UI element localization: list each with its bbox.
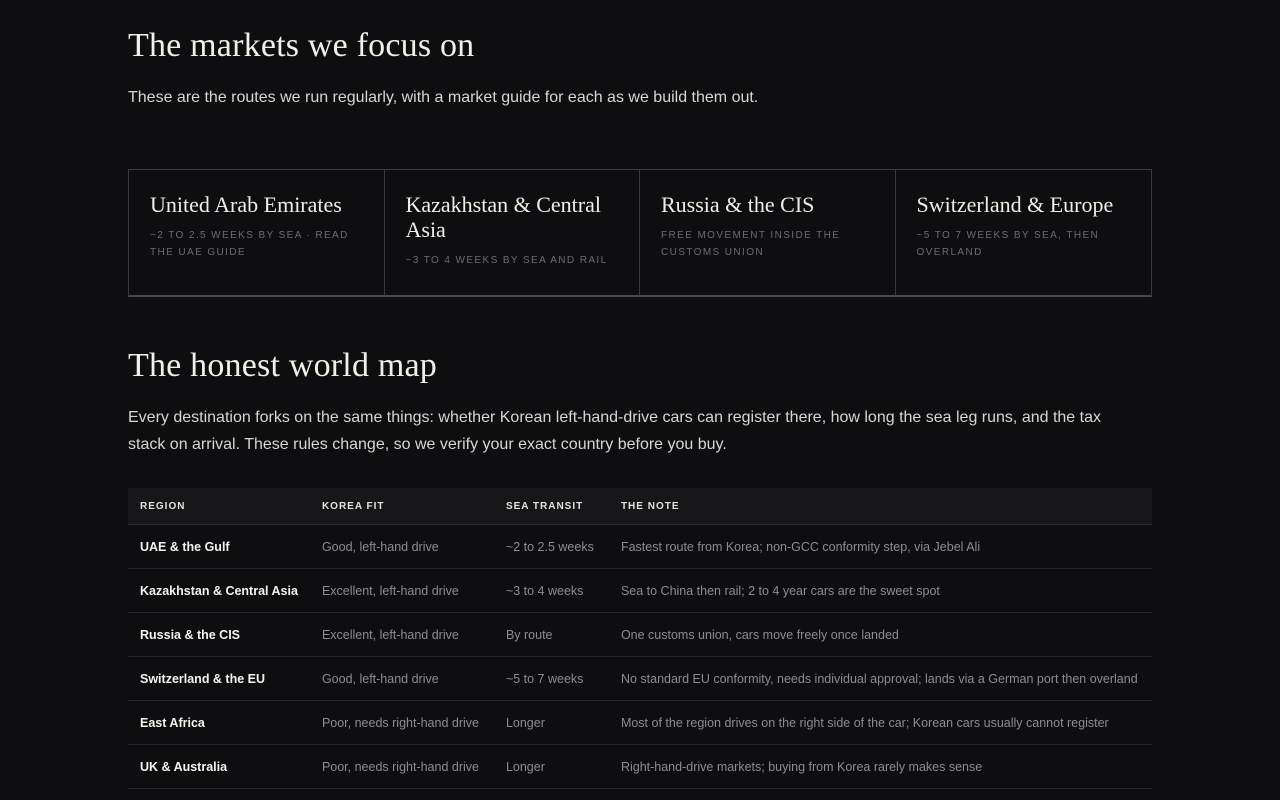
- market-card-uae[interactable]: United Arab Emirates ~2 to 2.5 weeks by …: [129, 170, 385, 295]
- markets-lede: These are the routes we run regularly, w…: [128, 89, 759, 106]
- market-cards: United Arab Emirates ~2 to 2.5 weeks by …: [128, 169, 1152, 297]
- korea-fit-cell: Poor, needs right-hand drive: [309, 700, 494, 745]
- korea-fit-cell: Poor, needs right-hand drive: [309, 744, 494, 789]
- region-cell: Kazakhstan & Central Asia: [128, 568, 310, 613]
- sea-transit-cell: Longer: [493, 744, 609, 789]
- region-cell: UK & Australia: [128, 744, 310, 789]
- table-row: Russia & the CIS Excellent, left-hand dr…: [128, 612, 1152, 657]
- world-map-heading: The honest world map: [128, 347, 437, 384]
- market-card-kazakhstan[interactable]: Kazakhstan & Central Asia ~3 to 4 weeks …: [385, 170, 640, 295]
- note-cell: Right-hand-drive markets; buying from Ko…: [608, 744, 1152, 789]
- sea-transit-cell: Longer: [493, 700, 609, 745]
- table-row: Kazakhstan & Central Asia Excellent, lef…: [128, 568, 1152, 613]
- region-cell: UAE & the Gulf: [128, 524, 310, 569]
- market-card-subtitle: ~5 to 7 weeks by sea, then overland: [916, 230, 1100, 258]
- market-card-russia[interactable]: Russia & the CIS Free movement inside th…: [640, 170, 896, 295]
- note-cell: No standard EU conformity, needs individ…: [608, 656, 1152, 701]
- market-card-title: United Arab Emirates: [150, 192, 342, 217]
- note-cell: One customs union, cars move freely once…: [608, 612, 1152, 657]
- region-table: REGION KOREA FIT SEA TRANSIT THE NOTE UA…: [128, 488, 1152, 789]
- note-cell: Sea to China then rail; 2 to 4 year cars…: [608, 568, 1152, 613]
- markets-heading: The markets we focus on: [128, 27, 475, 64]
- sea-transit-cell: ~5 to 7 weeks: [493, 656, 609, 701]
- column-header-korea-fit: KOREA FIT: [309, 488, 494, 525]
- market-card-title: Kazakhstan & Central Asia: [405, 192, 602, 242]
- market-card-subtitle: ~2 to 2.5 weeks by sea · Read the UAE gu…: [150, 230, 349, 258]
- market-card-title: Russia & the CIS: [661, 192, 815, 217]
- note-cell: Most of the region drives on the right s…: [608, 700, 1152, 745]
- table-row: UK & Australia Poor, needs right-hand dr…: [128, 744, 1152, 789]
- column-header-sea-transit: SEA TRANSIT: [493, 488, 609, 525]
- korea-fit-cell: Excellent, left-hand drive: [309, 568, 494, 613]
- world-map-lede: Every destination forks on the same thin…: [128, 409, 1101, 453]
- column-header-region: REGION: [128, 488, 310, 525]
- market-card-subtitle: Free movement inside the customs union: [661, 230, 841, 258]
- table-row: Switzerland & the EU Good, left-hand dri…: [128, 656, 1152, 701]
- column-header-note: THE NOTE: [608, 488, 1152, 525]
- sea-transit-cell: ~3 to 4 weeks: [493, 568, 609, 613]
- korea-fit-cell: Excellent, left-hand drive: [309, 612, 494, 657]
- region-cell: Switzerland & the EU: [128, 656, 310, 701]
- region-cell: Russia & the CIS: [128, 612, 310, 657]
- table-row: UAE & the Gulf Good, left-hand drive ~2 …: [128, 524, 1152, 569]
- korea-fit-cell: Good, left-hand drive: [309, 656, 494, 701]
- table-header-row: REGION KOREA FIT SEA TRANSIT THE NOTE: [128, 488, 1152, 525]
- market-card-subtitle: ~3 to 4 weeks by sea and rail: [405, 255, 608, 266]
- market-card-switzerland[interactable]: Switzerland & Europe ~5 to 7 weeks by se…: [896, 170, 1152, 295]
- sea-transit-cell: By route: [493, 612, 609, 657]
- market-card-title: Switzerland & Europe: [916, 192, 1114, 217]
- note-cell: Fastest route from Korea; non-GCC confor…: [608, 524, 1152, 569]
- region-cell: East Africa: [128, 700, 310, 745]
- korea-fit-cell: Good, left-hand drive: [309, 524, 494, 569]
- sea-transit-cell: ~2 to 2.5 weeks: [493, 524, 609, 569]
- table-row: East Africa Poor, needs right-hand drive…: [128, 700, 1152, 745]
